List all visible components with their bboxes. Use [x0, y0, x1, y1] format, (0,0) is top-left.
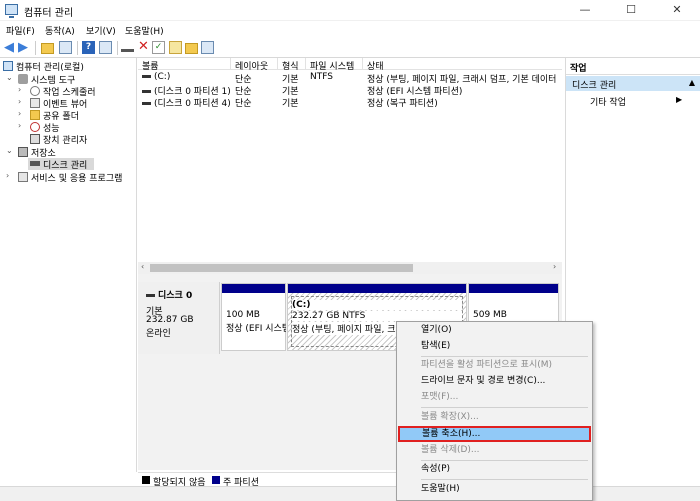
- chevron-right-icon[interactable]: ›: [18, 121, 21, 130]
- actions-section-disk-management[interactable]: 디스크 관리 ▲: [566, 76, 700, 91]
- menu-item-properties[interactable]: 속성(P): [397, 462, 592, 478]
- event-viewer-icon: [30, 98, 40, 108]
- menu-item-help[interactable]: 도움말(H): [397, 482, 592, 498]
- chevron-right-icon[interactable]: ›: [18, 85, 21, 94]
- menu-item-mark-active[interactable]: 파티션을 활성 파티션으로 표시(M): [397, 358, 592, 374]
- volume-icon: [142, 90, 151, 93]
- storage-icon: [18, 147, 28, 157]
- table-row[interactable]: (디스크 0 파티션 4) 단순 기본 정상 (복구 파티션): [138, 96, 562, 109]
- menu-file[interactable]: 파일(F): [6, 24, 35, 37]
- volume-list-header: 볼륨 레이아웃 형식 파일 시스템 상태: [138, 58, 562, 72]
- chevron-down-icon[interactable]: ⌄: [6, 146, 13, 155]
- menu-item-change-drive-letter[interactable]: 드라이브 문자 및 경로 변경(C)...: [397, 374, 592, 390]
- chevron-right-icon[interactable]: ›: [18, 109, 21, 118]
- menu-item-extend-volume[interactable]: 볼륨 확장(X)...: [397, 410, 592, 426]
- disk-size: 232.87 GB: [146, 315, 194, 325]
- forward-arrow-icon[interactable]: ▶: [18, 40, 28, 55]
- title-bar: 컴퓨터 관리 — ☐ ✕: [0, 0, 700, 21]
- computer-icon: [3, 61, 13, 71]
- clock-icon: [30, 86, 40, 96]
- scrollbar-thumb[interactable]: [150, 264, 413, 272]
- tools-icon: [18, 74, 28, 84]
- performance-icon: [30, 122, 40, 132]
- actions-header: 작업: [566, 58, 700, 75]
- volume-list: 볼륨 레이아웃 형식 파일 시스템 상태 (C:) 단순 기본 NTFS 정상 …: [138, 58, 562, 270]
- column-status[interactable]: 상태: [367, 59, 384, 72]
- maximize-button[interactable]: ☐: [608, 0, 654, 21]
- volume-icon: [142, 102, 151, 105]
- chevron-down-icon[interactable]: ⌄: [6, 73, 13, 82]
- disk-state: 온라인: [146, 329, 171, 339]
- menu-item-format[interactable]: 포맷(F)...: [397, 390, 592, 406]
- scroll-right-icon[interactable]: ›: [553, 262, 556, 271]
- new-document-icon[interactable]: [169, 41, 182, 54]
- primary-partition-swatch: [212, 476, 220, 484]
- delete-icon[interactable]: ✕: [137, 40, 150, 54]
- status-bar: [0, 486, 700, 501]
- scroll-left-icon[interactable]: ‹: [141, 262, 144, 271]
- menu-item-delete-volume[interactable]: 볼륨 삭제(D)...: [397, 443, 592, 459]
- shared-folder-icon: [30, 110, 40, 120]
- volume-icon: [142, 75, 151, 78]
- table-row[interactable]: (디스크 0 파티션 1) 단순 기본 정상 (EFI 시스템 파티션): [138, 84, 562, 97]
- help-icon[interactable]: ?: [82, 41, 95, 54]
- folder-icon[interactable]: [185, 43, 198, 54]
- primary-partition-band: [469, 284, 558, 293]
- up-folder-icon[interactable]: [41, 43, 54, 54]
- menu-item-explore[interactable]: 탐색(E): [397, 339, 592, 355]
- menu-action[interactable]: 동작(A): [45, 24, 75, 37]
- device-manager-icon: [30, 134, 40, 144]
- context-menu: 열기(O) 탐색(E) 파티션을 활성 파티션으로 표시(M) 드라이브 문자 …: [396, 321, 593, 501]
- menu-view[interactable]: 보기(V): [86, 24, 116, 37]
- menu-item-shrink-volume[interactable]: 볼륨 축소(H)...: [398, 426, 591, 442]
- chevron-right-icon: ▶: [676, 95, 683, 104]
- computer-management-icon: [5, 4, 18, 18]
- chevron-right-icon[interactable]: ›: [18, 97, 21, 106]
- window-title: 컴퓨터 관리: [24, 8, 74, 19]
- chevron-right-icon[interactable]: ›: [6, 171, 9, 180]
- column-type[interactable]: 형식: [282, 59, 299, 72]
- primary-partition-band: [288, 284, 466, 293]
- unallocated-swatch: [142, 476, 150, 484]
- partition-efi[interactable]: 100 MB 정상 (EFI 시스템): [221, 283, 286, 351]
- primary-partition-band: [222, 284, 285, 293]
- disk-icon: [146, 294, 155, 297]
- menu-help[interactable]: 도움말(H): [125, 24, 164, 37]
- table-row[interactable]: (C:) 단순 기본 NTFS 정상 (부팅, 페이지 파일, 크래시 덤프, …: [138, 72, 562, 85]
- more-actions-item[interactable]: 기타 작업 ▶: [590, 95, 682, 108]
- properties-icon[interactable]: [201, 41, 214, 54]
- close-button[interactable]: ✕: [654, 0, 700, 21]
- column-volume[interactable]: 볼륨: [142, 59, 159, 72]
- menu-bar: 파일(F) 동작(A) 보기(V) 도움말(H): [0, 21, 700, 38]
- back-arrow-icon[interactable]: ◀: [4, 40, 14, 55]
- check-icon[interactable]: ✓: [152, 41, 165, 54]
- column-filesystem[interactable]: 파일 시스템: [310, 59, 354, 72]
- connect-drive-icon[interactable]: [121, 43, 134, 52]
- services-icon: [18, 172, 28, 182]
- show-hide-tree-icon[interactable]: [59, 41, 72, 54]
- navigation-tree: 컴퓨터 관리(로컬) ⌄ 시스템 도구 › 작업 스케줄러 › 이벤트 뷰어 ›…: [0, 58, 137, 472]
- toolbar: ◀ ▶ ? ✕ ✓: [0, 38, 700, 58]
- tree-item-disk-management[interactable]: 디스크 관리: [28, 158, 94, 171]
- column-layout[interactable]: 레이아웃: [235, 59, 268, 72]
- collapse-up-icon[interactable]: ▲: [689, 78, 695, 87]
- disk-info[interactable]: 디스크 0 기본 232.87 GB 온라인: [138, 282, 220, 354]
- show-hide-action-pane-icon[interactable]: [99, 41, 112, 54]
- disk-name: 디스크 0: [158, 291, 193, 301]
- disk-management-icon: [30, 161, 40, 166]
- minimize-button[interactable]: —: [562, 0, 608, 21]
- menu-item-open[interactable]: 열기(O): [397, 323, 592, 339]
- horizontal-scrollbar[interactable]: ‹ ›: [138, 262, 562, 274]
